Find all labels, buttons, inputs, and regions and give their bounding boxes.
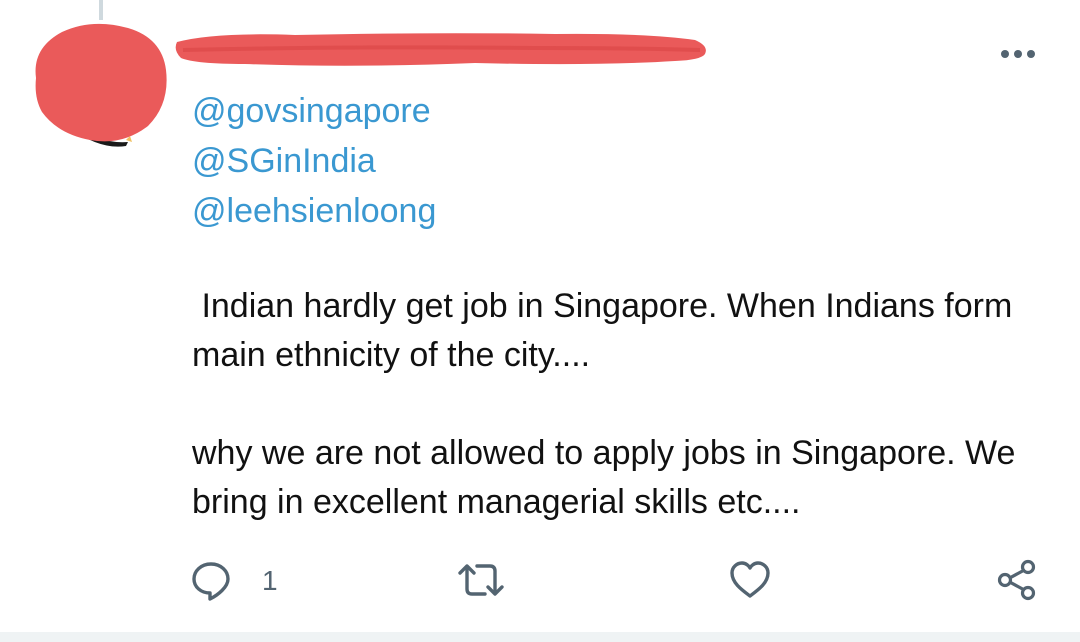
mention-link-sginindia[interactable]: @SGinIndia <box>192 136 592 186</box>
more-horizontal-icon <box>1001 50 1035 58</box>
more-options-button[interactable] <box>994 38 1042 70</box>
thread-connector-line <box>99 0 103 20</box>
reply-button[interactable]: 1 <box>190 555 278 605</box>
share-icon <box>997 559 1036 601</box>
retweet-icon <box>458 564 504 596</box>
avatar-redaction <box>35 23 167 147</box>
share-button[interactable] <box>995 555 1039 605</box>
heart-icon <box>730 561 770 598</box>
tweet-paragraph-1: Indian hardly get job in Singapore. When… <box>192 287 1022 374</box>
avatar[interactable] <box>30 20 168 150</box>
tweet-paragraph-2: why we are not allowed to apply jobs in … <box>192 434 1025 521</box>
reply-icon <box>192 562 230 601</box>
mention-link-govsingapore[interactable]: @govsingapore <box>192 86 592 136</box>
tweet-text: Indian hardly get job in Singapore. When… <box>192 282 1052 527</box>
tweet-action-bar: 1 <box>0 555 1080 605</box>
reply-count: 1 <box>262 565 278 596</box>
retweet-button[interactable] <box>455 555 507 605</box>
like-button[interactable] <box>728 555 772 605</box>
author-name-redaction <box>175 28 710 70</box>
mention-link-leehsienloong[interactable]: @leehsienloong <box>192 186 592 236</box>
mention-list: @govsingapore @SGinIndia @leehsienloong <box>192 86 592 236</box>
tweet-divider <box>0 632 1080 642</box>
